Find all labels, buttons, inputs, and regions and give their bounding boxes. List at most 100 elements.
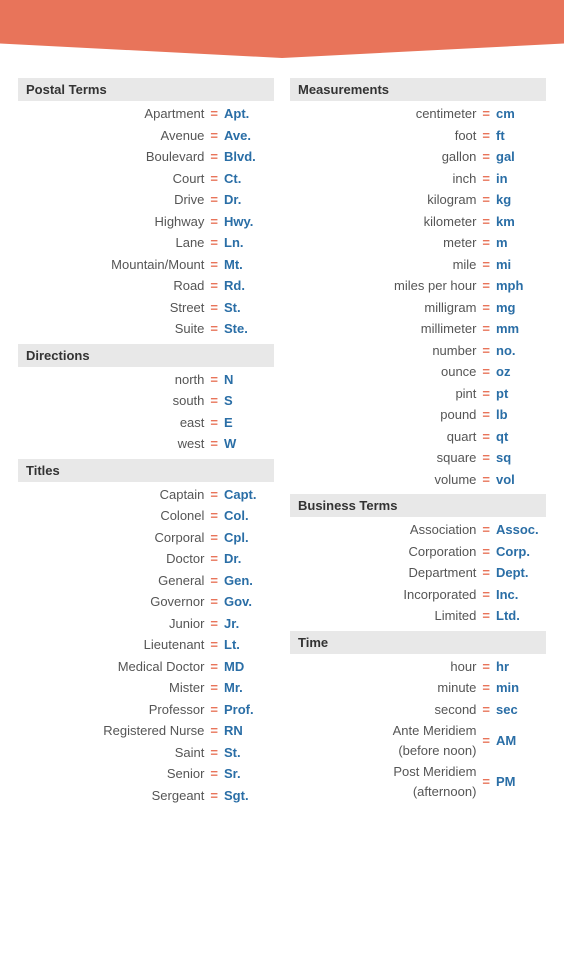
abbr-row: Boulevard=Blvd.: [18, 146, 274, 168]
term-label: kilometer: [290, 212, 476, 232]
equals-sign: =: [210, 678, 218, 698]
term-label: Governor: [18, 592, 204, 612]
abbr-row: square=sq: [290, 447, 546, 469]
abbr-row: Junior=Jr.: [18, 613, 274, 635]
equals-sign: =: [210, 147, 218, 167]
term-label: pound: [290, 405, 476, 425]
abbreviation: gal: [496, 147, 546, 167]
abbreviation: oz: [496, 362, 546, 382]
term-label: Drive: [18, 190, 204, 210]
abbr-row: Governor=Gov.: [18, 591, 274, 613]
abbr-row: Corporal=Cpl.: [18, 527, 274, 549]
abbr-row: Post Meridiem(afternoon)=PM: [290, 761, 546, 802]
abbreviation: Sr.: [224, 764, 274, 784]
section-header-titles: Titles: [18, 459, 274, 482]
abbreviation: Mt.: [224, 255, 274, 275]
abbr-row: Ante Meridiem(before noon)=AM: [290, 720, 546, 761]
abbreviation: Prof.: [224, 700, 274, 720]
equals-sign: =: [210, 413, 218, 433]
abbreviation: Apt.: [224, 104, 274, 124]
page-header: [0, 0, 564, 58]
abbr-row: pound=lb: [290, 404, 546, 426]
abbreviation: Lt.: [224, 635, 274, 655]
equals-sign: =: [482, 606, 490, 626]
abbreviation: Ltd.: [496, 606, 546, 626]
abbreviation: cm: [496, 104, 546, 124]
abbr-row: General=Gen.: [18, 570, 274, 592]
abbreviation: mi: [496, 255, 546, 275]
equals-sign: =: [210, 104, 218, 124]
abbreviation: Cpl.: [224, 528, 274, 548]
equals-sign: =: [482, 448, 490, 468]
abbr-row: quart=qt: [290, 426, 546, 448]
term-label: Department: [290, 563, 476, 583]
equals-sign: =: [210, 434, 218, 454]
abbr-row: Suite=Ste.: [18, 318, 274, 340]
abbreviation: Ave.: [224, 126, 274, 146]
abbr-row: Senior=Sr.: [18, 763, 274, 785]
abbreviation: kg: [496, 190, 546, 210]
term-label: Court: [18, 169, 204, 189]
section-directions: Directionsnorth=Nsouth=Seast=Ewest=W: [18, 344, 274, 455]
term-label: centimeter: [290, 104, 476, 124]
abbreviation: Dr.: [224, 549, 274, 569]
term-label: gallon: [290, 147, 476, 167]
abbr-row: north=N: [18, 369, 274, 391]
section-header-postal: Postal Terms: [18, 78, 274, 101]
abbr-row: Road=Rd.: [18, 275, 274, 297]
term-label: Professor: [18, 700, 204, 720]
abbreviation: St.: [224, 298, 274, 318]
abbreviation: N: [224, 370, 274, 390]
abbr-row: centimeter=cm: [290, 103, 546, 125]
term-label: meter: [290, 233, 476, 253]
abbreviation: km: [496, 212, 546, 232]
term-label: Mister: [18, 678, 204, 698]
equals-sign: =: [210, 370, 218, 390]
term-label: miles per hour: [290, 276, 476, 296]
section-postal: Postal TermsApartment=Apt.Avenue=Ave.Bou…: [18, 78, 274, 340]
abbr-row: Doctor=Dr.: [18, 548, 274, 570]
term-label: Junior: [18, 614, 204, 634]
section-titles: Titles Captain = Capt.Colonel=Col.Corporal=…: [18, 459, 274, 807]
equals-sign: =: [210, 255, 218, 275]
abbreviation: Inc.: [496, 585, 546, 605]
abbreviation: mm: [496, 319, 546, 339]
equals-sign: =: [482, 298, 490, 318]
abbreviation: S: [224, 391, 274, 411]
equals-sign: =: [482, 276, 490, 296]
term-label: ounce: [290, 362, 476, 382]
equals-sign: =: [482, 772, 490, 792]
term-label: Suite: [18, 319, 204, 339]
equals-sign: =: [482, 520, 490, 540]
term-label: kilogram: [290, 190, 476, 210]
abbr-row: Drive=Dr.: [18, 189, 274, 211]
abbr-row: miles per hour=mph: [290, 275, 546, 297]
term-label: inch: [290, 169, 476, 189]
abbreviation: Capt.: [224, 485, 274, 505]
term-label: Highway: [18, 212, 204, 232]
abbr-row: Court=Ct.: [18, 168, 274, 190]
abbr-row: foot=ft: [290, 125, 546, 147]
abbr-row: Incorporated=Inc.: [290, 584, 546, 606]
term-label: east: [18, 413, 204, 433]
term-label: square: [290, 448, 476, 468]
equals-sign: =: [210, 319, 218, 339]
abbr-row: Colonel=Col.: [18, 505, 274, 527]
abbreviation: Col.: [224, 506, 274, 526]
term-label: Captain: [18, 485, 204, 505]
abbr-row: Corporation=Corp.: [290, 541, 546, 563]
equals-sign: =: [210, 233, 218, 253]
term-label: Registered Nurse: [18, 721, 204, 741]
abbreviation: vol: [496, 470, 546, 490]
equals-sign: =: [482, 212, 490, 232]
equals-sign: =: [482, 233, 490, 253]
abbreviation: min: [496, 678, 546, 698]
equals-sign: =: [210, 485, 218, 505]
abbr-row: kilometer = km: [290, 211, 546, 233]
abbr-row: ounce=oz: [290, 361, 546, 383]
term-label: mile: [290, 255, 476, 275]
equals-sign: =: [210, 721, 218, 741]
equals-sign: =: [482, 563, 490, 583]
abbr-row: minute=min: [290, 677, 546, 699]
abbreviation: Gen.: [224, 571, 274, 591]
